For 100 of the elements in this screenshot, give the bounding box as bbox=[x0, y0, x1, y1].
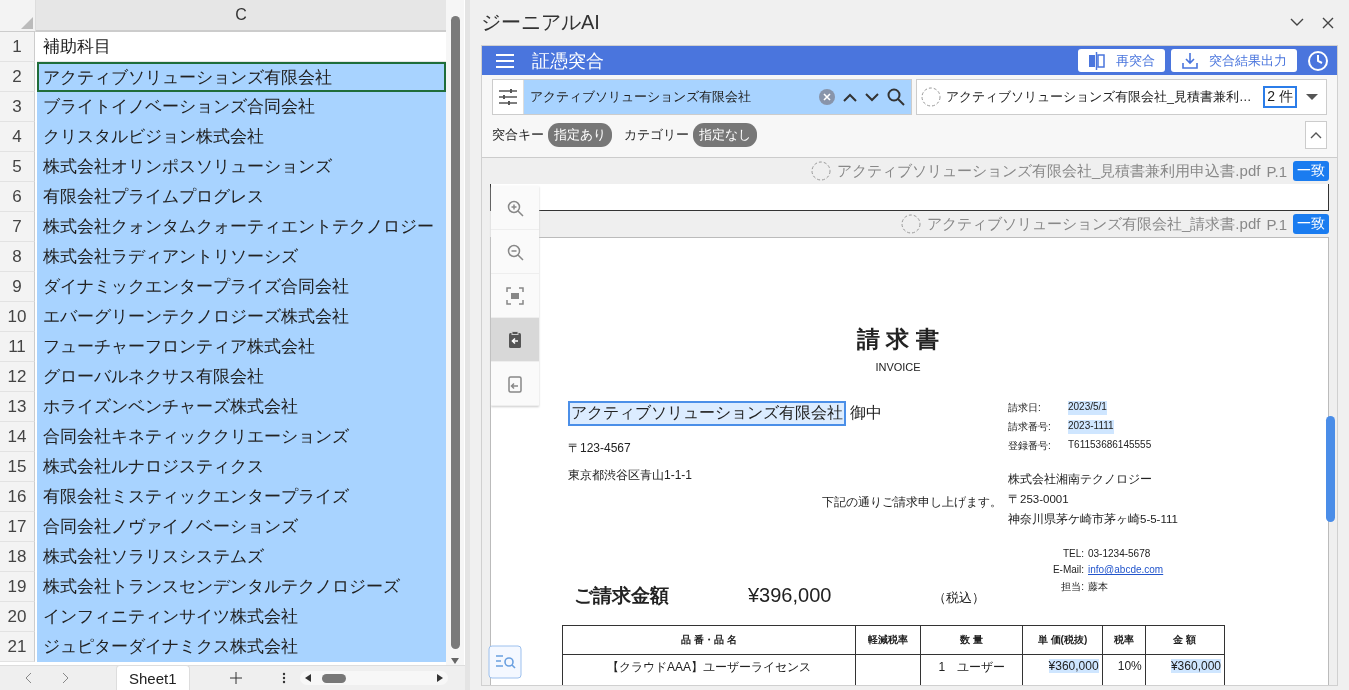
row-number[interactable]: 16 bbox=[0, 482, 35, 512]
fit-page-icon bbox=[506, 286, 524, 305]
contact-label: TEL: bbox=[1062, 548, 1084, 559]
zoom-out-icon bbox=[506, 242, 524, 261]
close-icon[interactable] bbox=[1322, 16, 1334, 29]
table-cell: 合同会社キネティッククリエーションズ bbox=[37, 422, 446, 452]
contact-label: E-Mail: bbox=[1052, 564, 1084, 575]
column-header[interactable]: C bbox=[36, 0, 446, 32]
row-number[interactable]: 15 bbox=[0, 452, 35, 482]
result-count: 2 件 bbox=[1263, 86, 1297, 108]
recipient-name: アクティブソリューションズ有限会社 bbox=[568, 401, 846, 426]
search-field[interactable]: アクティブソリューションズ有限会社 bbox=[492, 79, 912, 115]
row-number[interactable]: 4 bbox=[0, 122, 35, 152]
row-number[interactable]: 5 bbox=[0, 152, 35, 182]
collapse-button[interactable] bbox=[1305, 121, 1327, 149]
scrollbar-thumb[interactable] bbox=[1326, 416, 1335, 522]
find-icon[interactable] bbox=[488, 645, 522, 679]
compare-icon bbox=[1088, 51, 1106, 70]
table-cell: 株式会社トランスセンデンタルテクノロジーズ bbox=[37, 572, 446, 602]
chevron-down-icon[interactable] bbox=[865, 92, 879, 102]
table-cell: アクティブソリューションズ有限会社 bbox=[37, 62, 446, 92]
meta-value: 2023/5/1 bbox=[1068, 401, 1107, 415]
more-icon[interactable] bbox=[281, 672, 286, 684]
row-number[interactable]: 11 bbox=[0, 332, 35, 362]
row-number[interactable]: 19 bbox=[0, 572, 35, 602]
row-number[interactable]: 7 bbox=[0, 212, 35, 242]
clipboard-return-icon bbox=[506, 374, 524, 393]
tax-note: （税込） bbox=[933, 589, 985, 607]
row-number[interactable]: 14 bbox=[0, 422, 35, 452]
invoice-note: 下記の通りご請求申し上げます。 bbox=[822, 494, 1003, 511]
table-cell: クリスタルビジョン株式会社 bbox=[37, 122, 446, 152]
invoice-subtitle: INVOICE bbox=[874, 361, 922, 373]
zoom-tool-button[interactable] bbox=[491, 186, 539, 230]
previous-sheet-icon[interactable] bbox=[24, 672, 34, 684]
invoice-title: 請 求 書 bbox=[856, 325, 940, 354]
row-number[interactable]: 6 bbox=[0, 182, 35, 212]
table-cell: エバーグリーンテクノロジーズ株式会社 bbox=[37, 302, 446, 332]
scrollbar-thumb[interactable] bbox=[321, 673, 346, 683]
meta-label: 請求日: bbox=[1008, 401, 1042, 415]
next-sheet-icon[interactable] bbox=[60, 672, 70, 684]
loading-circle-icon bbox=[901, 214, 922, 234]
table-cell: ホライズンベンチャーズ株式会社 bbox=[37, 392, 446, 422]
dropdown-caret-icon[interactable] bbox=[1306, 93, 1318, 101]
toolbar-button[interactable]: 再突合 bbox=[1078, 49, 1165, 72]
table-cell: 有限会社ミスティックエンタープライズ bbox=[37, 482, 446, 512]
scroll-right-icon[interactable] bbox=[435, 673, 444, 683]
table-cell: ジュピターダイナミクス株式会社 bbox=[37, 632, 446, 662]
meta-label: 請求番号: bbox=[1008, 420, 1052, 434]
table-cell: ¥360,000 bbox=[1048, 659, 1099, 673]
row-number[interactable]: 9 bbox=[0, 272, 35, 302]
add-sheet-icon[interactable] bbox=[229, 672, 242, 684]
table-cell: 株式会社クォンタムクォーティエントテクノロジー bbox=[37, 212, 446, 242]
row-number[interactable]: 20 bbox=[0, 602, 35, 632]
table-cell: ブライトイノベーションズ合同会社 bbox=[37, 92, 446, 122]
toolbar-button[interactable]: 突合結果出力 bbox=[1171, 49, 1297, 72]
filter-icon[interactable] bbox=[499, 89, 517, 105]
honorific: 御中 bbox=[850, 403, 882, 423]
clear-icon[interactable] bbox=[819, 89, 835, 105]
filter-chip[interactable]: 指定なし bbox=[693, 123, 757, 147]
scrollbar-thumb[interactable] bbox=[450, 16, 460, 649]
menu-icon[interactable] bbox=[496, 53, 514, 68]
row-number[interactable]: 13 bbox=[0, 392, 35, 422]
row-number[interactable]: 18 bbox=[0, 542, 35, 572]
table-cell: フューチャーフロンティア株式会社 bbox=[37, 332, 446, 362]
amount-label: ご請求金額 bbox=[574, 584, 670, 608]
contact-value: 03-1234-5678 bbox=[1088, 548, 1152, 559]
row-number[interactable]: 2 bbox=[0, 62, 35, 92]
sheet-tab[interactable]: Sheet1 bbox=[116, 665, 190, 690]
row-number[interactable]: 1 bbox=[0, 32, 35, 62]
row-number[interactable]: 3 bbox=[0, 92, 35, 122]
horizontal-scrollbar[interactable] bbox=[299, 671, 448, 685]
row-number[interactable]: 17 bbox=[0, 512, 35, 542]
scroll-left-icon[interactable] bbox=[303, 673, 312, 683]
search-icon[interactable] bbox=[887, 88, 905, 106]
contact-value: 藤本 bbox=[1088, 580, 1109, 594]
row-number[interactable]: 8 bbox=[0, 242, 35, 272]
table-cell: ダイナミックエンタープライズ合同会社 bbox=[37, 272, 446, 302]
column-header: 税率 bbox=[1102, 625, 1146, 655]
amount-value: ¥396,000 bbox=[748, 584, 833, 607]
filter-chip[interactable]: 指定あり bbox=[548, 123, 612, 147]
history-icon[interactable] bbox=[1307, 49, 1329, 72]
table-cell: 合同会社ノヴァイノベーションズ bbox=[37, 512, 446, 542]
email-link[interactable]: info@abcde.com bbox=[1088, 564, 1168, 575]
column-header: 単 価(税抜) bbox=[1022, 625, 1103, 655]
result-dropdown[interactable]: アクティブソリューションズ有限会社_見積書兼利… 2 件 bbox=[916, 79, 1327, 115]
address: 東京都渋谷区青山1-1-1 bbox=[568, 467, 693, 484]
zoom-tool-button[interactable] bbox=[491, 274, 539, 318]
chevron-up-icon[interactable] bbox=[843, 92, 857, 102]
row-number[interactable]: 12 bbox=[0, 362, 35, 392]
filter-label: カテゴリー bbox=[624, 126, 689, 144]
postal-code: 〒123-4567 bbox=[568, 440, 632, 457]
chevron-down-icon[interactable] bbox=[1290, 18, 1304, 27]
chevron-up-icon bbox=[1310, 131, 1322, 139]
row-number[interactable]: 21 bbox=[0, 632, 35, 662]
filter-label: 突合キー bbox=[492, 126, 544, 144]
table-cell: 株式会社オリンポスソリューションズ bbox=[37, 152, 446, 182]
match-badge: 一致 bbox=[1293, 214, 1329, 234]
zoom-tool-button[interactable] bbox=[491, 318, 539, 362]
search-value: アクティブソリューションズ有限会社 bbox=[530, 88, 752, 106]
row-number[interactable]: 10 bbox=[0, 302, 35, 332]
